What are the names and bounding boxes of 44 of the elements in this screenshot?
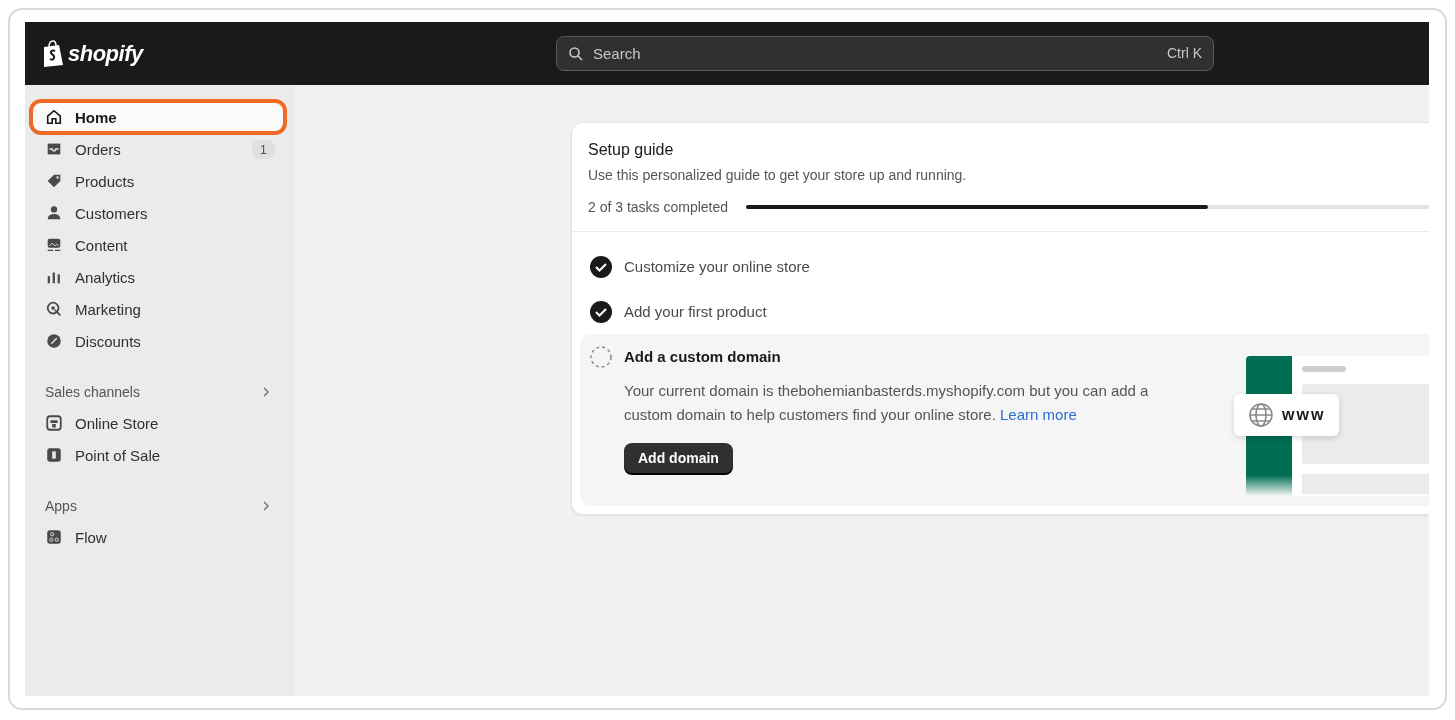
chevron-right-icon <box>261 386 271 398</box>
shortcut-hint: Ctrl K <box>1167 45 1202 61</box>
flow-icon <box>45 528 63 546</box>
search-icon <box>568 46 584 62</box>
task-row[interactable]: Customize your online store <box>572 244 1429 289</box>
task-row[interactable]: Add your first product <box>572 289 1429 334</box>
progress-text: 2 of 3 tasks completed <box>588 199 729 215</box>
nav-item[interactable]: Products <box>33 167 283 195</box>
globe-icon <box>1248 402 1274 428</box>
person-icon <box>45 204 63 222</box>
store-icon <box>45 414 63 432</box>
task-description: Your current domain is thebohemianbasterds.myshopify.com but you can add a custom domain to help customers find your online store. Learn more <box>624 381 1150 425</box>
dashed-circle-icon <box>590 345 612 368</box>
nav-item[interactable]: Point of Sale <box>33 441 283 469</box>
check-circle-icon <box>590 255 612 278</box>
task-label: Customize your online store <box>624 258 810 275</box>
add-domain-button[interactable]: Add domain <box>624 443 733 473</box>
count-badge: 1 <box>251 139 275 159</box>
section-header[interactable]: Apps <box>33 495 283 517</box>
nav-item[interactable]: Online Store <box>33 409 283 437</box>
nav-item[interactable]: Marketing <box>33 295 283 323</box>
card-title: Setup guide <box>588 141 675 159</box>
logo-text: shopify <box>68 40 143 67</box>
target-icon <box>45 300 63 318</box>
tag-icon <box>45 172 63 190</box>
nav-item[interactable]: Customers <box>33 199 283 227</box>
task-panel[interactable]: Add a custom domain Your current domain is thebohemianbasterds.myshopify.com but you can add a custom domain to help customers find your online store. Learn more Add domain www <box>580 334 1429 506</box>
www-text: www <box>1282 406 1326 424</box>
nav-item[interactable]: Discounts <box>33 327 283 355</box>
task-label: Add a custom domain <box>624 348 781 365</box>
check-circle-icon <box>590 300 612 323</box>
section-header[interactable]: Sales channels <box>33 381 283 403</box>
nav-item[interactable]: Analytics <box>33 263 283 291</box>
discount-icon <box>45 332 63 350</box>
shopping-bag-logo-icon <box>41 39 65 68</box>
home-icon <box>45 108 63 126</box>
nav-item[interactable]: Orders 1 <box>33 135 283 163</box>
learn-more-link[interactable]: Learn more <box>1000 406 1077 423</box>
nav-item[interactable]: Flow <box>33 523 283 551</box>
nav-item[interactable]: Content <box>33 231 283 259</box>
chevron-right-icon <box>261 500 271 512</box>
card-subtitle: Use this personalized guide to get your store up and running. <box>588 167 968 183</box>
image-icon <box>45 236 63 254</box>
task-label: Add your first product <box>624 303 767 320</box>
